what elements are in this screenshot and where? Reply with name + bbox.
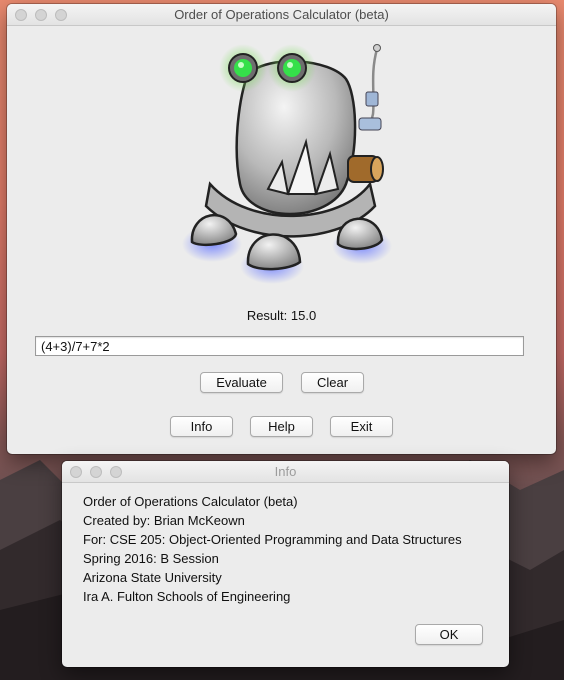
info-button[interactable]: Info bbox=[170, 416, 233, 437]
info-line-course: For: CSE 205: Object-Oriented Programmin… bbox=[83, 532, 462, 547]
info-text: Order of Operations Calculator (beta) Cr… bbox=[83, 492, 462, 606]
expression-input[interactable] bbox=[35, 336, 524, 356]
evaluate-button[interactable]: Evaluate bbox=[200, 372, 283, 393]
robot-icon bbox=[182, 44, 392, 284]
info-line-university: Arizona State University bbox=[83, 570, 222, 585]
clear-button[interactable]: Clear bbox=[301, 372, 364, 393]
ok-button[interactable]: OK bbox=[415, 624, 483, 645]
result-label: Result: 15.0 bbox=[246, 308, 317, 323]
info-line-session: Spring 2016: B Session bbox=[83, 551, 219, 566]
zoom-window-icon[interactable] bbox=[110, 466, 122, 478]
close-window-icon[interactable] bbox=[70, 466, 82, 478]
help-button[interactable]: Help bbox=[250, 416, 313, 437]
exit-button[interactable]: Exit bbox=[330, 416, 393, 437]
info-dialog: Info Order of Operations Calculator (bet… bbox=[62, 461, 509, 667]
calculator-title: Order of Operations Calculator (beta) bbox=[174, 7, 389, 22]
info-line-author: Created by: Brian McKeown bbox=[83, 513, 245, 528]
calculator-titlebar[interactable]: Order of Operations Calculator (beta) bbox=[7, 4, 556, 26]
info-line-app-name: Order of Operations Calculator (beta) bbox=[83, 494, 298, 509]
close-window-icon[interactable] bbox=[15, 9, 27, 21]
window-controls bbox=[15, 9, 67, 21]
info-line-school: Ira A. Fulton Schools of Engineering bbox=[83, 589, 291, 604]
calculator-window: Order of Operations Calculator (beta) Re… bbox=[7, 4, 556, 454]
info-window-controls bbox=[70, 466, 122, 478]
zoom-window-icon[interactable] bbox=[55, 9, 67, 21]
minimize-window-icon[interactable] bbox=[90, 466, 102, 478]
minimize-window-icon[interactable] bbox=[35, 9, 47, 21]
info-titlebar[interactable]: Info bbox=[62, 461, 509, 483]
info-title: Info bbox=[274, 464, 297, 479]
